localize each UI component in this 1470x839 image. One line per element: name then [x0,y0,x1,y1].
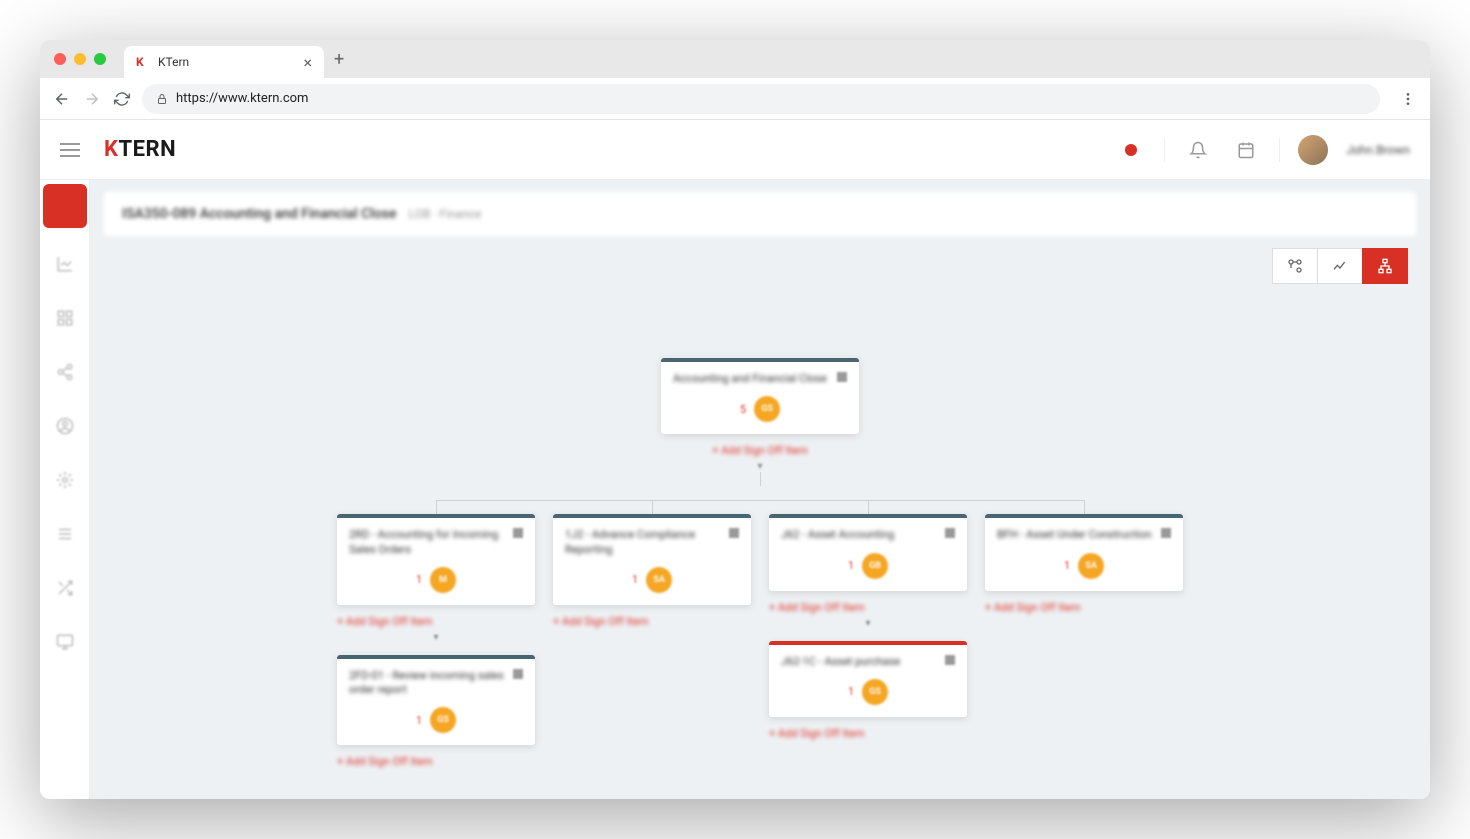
add-signoff-link[interactable]: + Add Sign Off Item [769,601,864,614]
add-signoff-link[interactable]: + Add Sign Off Item [985,601,1080,614]
user-avatar[interactable] [1298,135,1328,165]
address-bar[interactable]: https://www.ktern.com [142,84,1380,114]
view-toolbar [1273,248,1408,284]
sidebar-item-settings[interactable] [47,462,83,498]
node-menu-icon[interactable] [513,669,523,679]
main-content: ISA350-089 Accounting and Financial Clos… [90,180,1430,799]
sidebar-item-user[interactable] [47,408,83,444]
sidebar-item-list[interactable] [47,516,83,552]
tab-title: KTern [158,55,295,69]
node-menu-icon[interactable] [729,528,739,538]
sidebar-item-grid[interactable] [47,300,83,336]
forward-button[interactable] [82,89,102,109]
node-menu-icon[interactable] [1161,528,1171,538]
app-logo[interactable]: KTERN [104,137,176,162]
graph-view-button[interactable] [1272,248,1318,284]
calendar-icon[interactable] [1231,135,1261,165]
app-header: KTERN John.Brown [40,120,1430,180]
new-tab-button[interactable]: + [334,49,344,70]
node-title: 2RD - Accounting for Incoming Sales Orde… [349,528,507,557]
sidebar-item-monitor[interactable] [47,624,83,660]
node-title: J62 - Asset Accounting [781,528,939,542]
add-signoff-link[interactable]: + Add Sign Off Item [712,444,807,457]
sidebar-item-home[interactable] [43,184,87,228]
page-meta: LOB · Finance [409,207,482,221]
node-badge: GS [754,396,780,422]
sidebar [40,180,90,799]
tree-node[interactable]: 1J2 - Advance Compliance Reporting 1SA [553,514,751,605]
node-title: BFH - Asset Under Construction [997,528,1155,542]
node-menu-icon[interactable] [837,372,847,382]
add-signoff-link[interactable]: + Add Sign Off Item [337,755,432,768]
node-menu-icon[interactable] [945,655,955,665]
browser-toolbar: https://www.ktern.com [40,78,1430,120]
page-title: ISA350-089 Accounting and Financial Clos… [122,206,397,222]
lock-icon [156,93,168,105]
reload-button[interactable] [112,89,132,109]
close-window-button[interactable] [54,53,66,65]
notification-icon[interactable] [1183,135,1213,165]
tree-level-1: 2RD - Accounting for Incoming Sales Orde… [337,514,1183,768]
minimize-window-button[interactable] [74,53,86,65]
tree-node[interactable]: 2FD-01 - Review incoming sales order rep… [337,655,535,746]
breadcrumb-bar: ISA350-089 Accounting and Financial Clos… [104,192,1416,236]
menu-toggle-button[interactable] [60,143,80,157]
tree-node[interactable]: J62 - Asset Accounting 1GB [769,514,967,590]
node-title: J62-1C - Asset purchase [781,655,939,669]
app-container: KTERN John.Brown [40,120,1430,799]
add-signoff-link[interactable]: + Add Sign Off Item [553,615,648,628]
node-title: Accounting and Financial Close [673,372,831,386]
tree-node[interactable]: J62-1C - Asset purchase 1GS [769,641,967,717]
node-menu-icon[interactable] [945,528,955,538]
tree-view-button[interactable] [1362,248,1408,284]
tree-node[interactable]: 2RD - Accounting for Incoming Sales Orde… [337,514,535,605]
app-body: ISA350-089 Accounting and Financial Clos… [40,180,1430,799]
node-count: 5 [740,403,746,416]
maximize-window-button[interactable] [94,53,106,65]
add-signoff-link[interactable]: + Add Sign Off Item [769,727,864,740]
url-text: https://www.ktern.com [176,91,308,106]
separator [1164,138,1165,162]
browser-tab[interactable]: K KTern × [124,46,324,78]
node-title: 2FD-01 - Review incoming sales order rep… [349,669,507,698]
alert-icon[interactable] [1116,135,1146,165]
node-menu-icon[interactable] [513,528,523,538]
separator [1279,138,1280,162]
sidebar-item-share[interactable] [47,354,83,390]
node-title: 1J2 - Advance Compliance Reporting [565,528,723,557]
header-actions: John.Brown [1116,135,1410,165]
expand-icon[interactable]: ▾ [865,618,870,629]
tree-container: Accounting and Financial Close 5 GS + Ad… [90,248,1430,799]
tree-node[interactable]: BFH - Asset Under Construction 1SA [985,514,1183,590]
favicon-icon: K [136,55,150,69]
browser-tab-bar: K KTern × + [40,40,1430,78]
expand-icon[interactable]: ▾ [757,461,762,472]
expand-icon[interactable]: ▾ [433,632,438,643]
window-controls [54,53,106,65]
browser-window: K KTern × + https://www.ktern.com KTERN [40,40,1430,799]
sidebar-item-shuffle[interactable] [47,570,83,606]
close-tab-button[interactable]: × [303,53,312,72]
browser-menu-button[interactable] [1398,89,1418,109]
username-label: John.Brown [1346,143,1410,157]
sidebar-item-analytics[interactable] [47,246,83,282]
chart-view-button[interactable] [1317,248,1363,284]
back-button[interactable] [52,89,72,109]
add-signoff-link[interactable]: + Add Sign Off Item [337,615,432,628]
tree-node-root[interactable]: Accounting and Financial Close 5 GS [661,358,859,434]
